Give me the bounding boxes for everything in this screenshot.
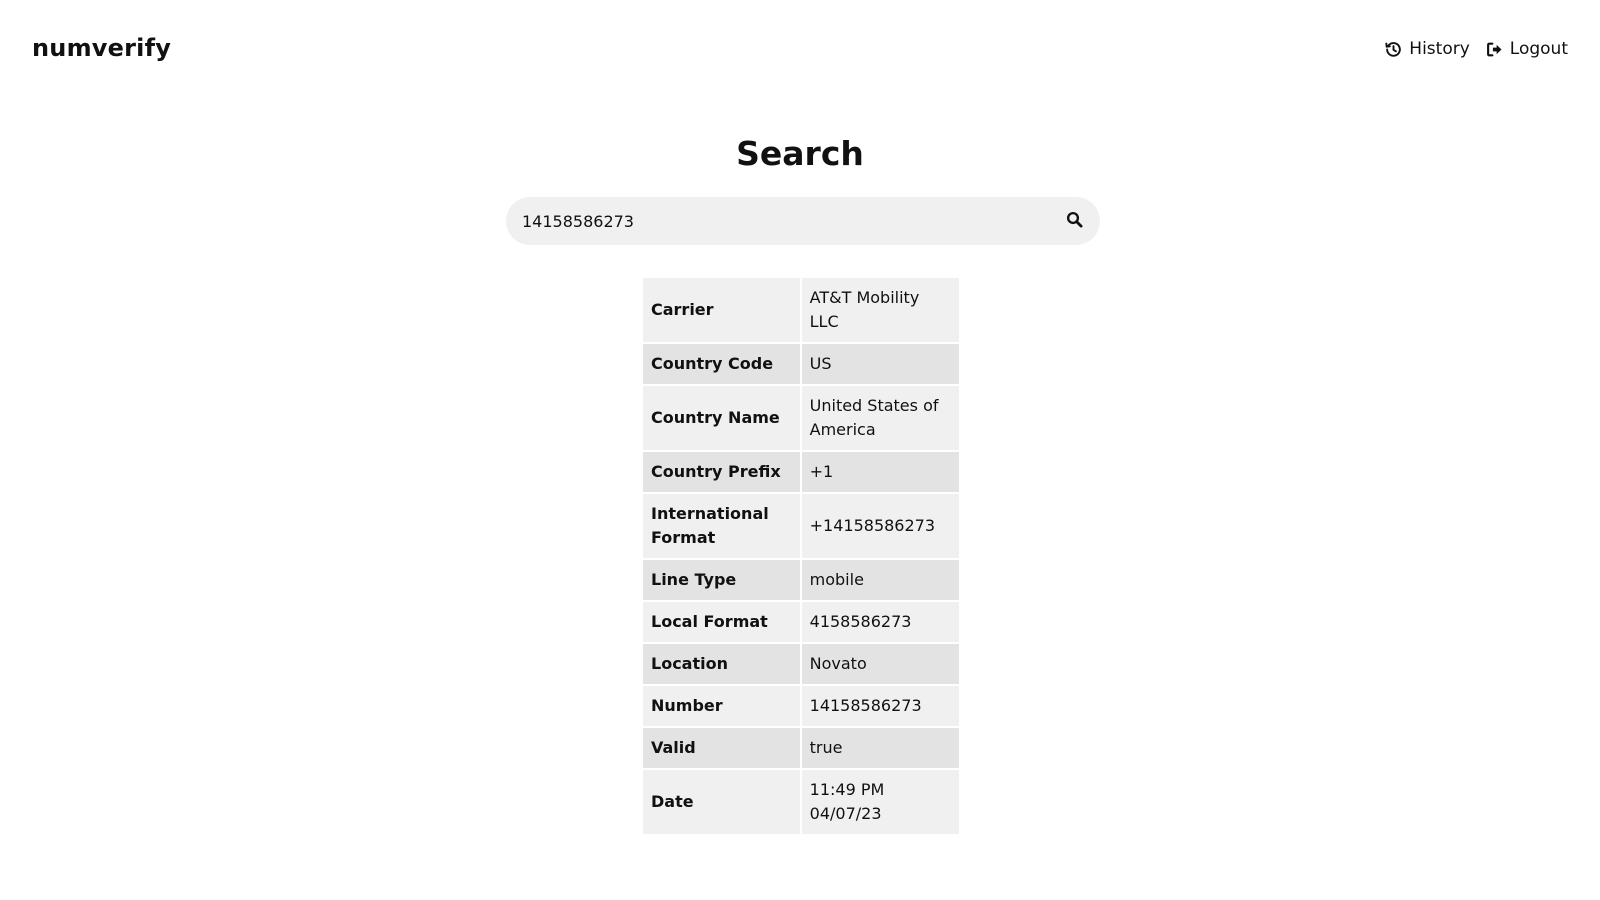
row-key: Valid — [643, 728, 800, 768]
row-value: mobile — [801, 560, 959, 600]
table-row: Number 14158586273 — [643, 686, 959, 726]
row-key: Country Name — [643, 386, 800, 450]
table-row: Country Code US — [643, 344, 959, 384]
row-value: AT&T Mobility LLC — [801, 278, 959, 342]
row-key: Local Format — [643, 602, 800, 642]
table-row: Country Prefix +1 — [643, 452, 959, 492]
history-link[interactable]: History — [1385, 39, 1470, 59]
row-value: US — [801, 344, 959, 384]
row-value: +1 — [801, 452, 959, 492]
search-button[interactable] — [1062, 209, 1086, 233]
row-value: 4158586273 — [801, 602, 959, 642]
row-key: Carrier — [643, 278, 800, 342]
logout-link[interactable]: Logout — [1486, 39, 1568, 59]
app-logo[interactable]: numverify — [32, 34, 171, 62]
search-input[interactable] — [522, 197, 1022, 245]
row-value: +14158586273 — [801, 494, 959, 558]
history-label: History — [1409, 39, 1470, 59]
search-bar — [506, 197, 1100, 245]
row-key: Country Code — [643, 344, 800, 384]
page-title: Search — [736, 134, 864, 173]
row-value: 14158586273 — [801, 686, 959, 726]
table-row: Valid true — [643, 728, 959, 768]
logout-icon — [1486, 41, 1503, 58]
nav-menu: History Logout — [1385, 39, 1568, 59]
table-row: Carrier AT&T Mobility LLC — [643, 278, 959, 342]
row-key: Number — [643, 686, 800, 726]
row-value: true — [801, 728, 959, 768]
search-icon — [1066, 211, 1083, 232]
row-key: Date — [643, 770, 800, 834]
table-row: Line Type mobile — [643, 560, 959, 600]
results-table: Carrier AT&T Mobility LLC Country Code U… — [641, 276, 961, 836]
row-key: Location — [643, 644, 800, 684]
history-icon — [1385, 41, 1402, 58]
row-key: International Format — [643, 494, 800, 558]
row-value: 11:49 PM 04/07/23 — [801, 770, 959, 834]
row-value: United States of America — [801, 386, 959, 450]
row-key: Line Type — [643, 560, 800, 600]
table-row: Country Name United States of America — [643, 386, 959, 450]
logout-label: Logout — [1509, 39, 1568, 59]
table-row: International Format +14158586273 — [643, 494, 959, 558]
top-bar: numverify History Logout — [0, 0, 1600, 100]
table-row: Local Format 4158586273 — [643, 602, 959, 642]
table-row: Location Novato — [643, 644, 959, 684]
row-key: Country Prefix — [643, 452, 800, 492]
row-value: Novato — [801, 644, 959, 684]
table-row: Date 11:49 PM 04/07/23 — [643, 770, 959, 834]
